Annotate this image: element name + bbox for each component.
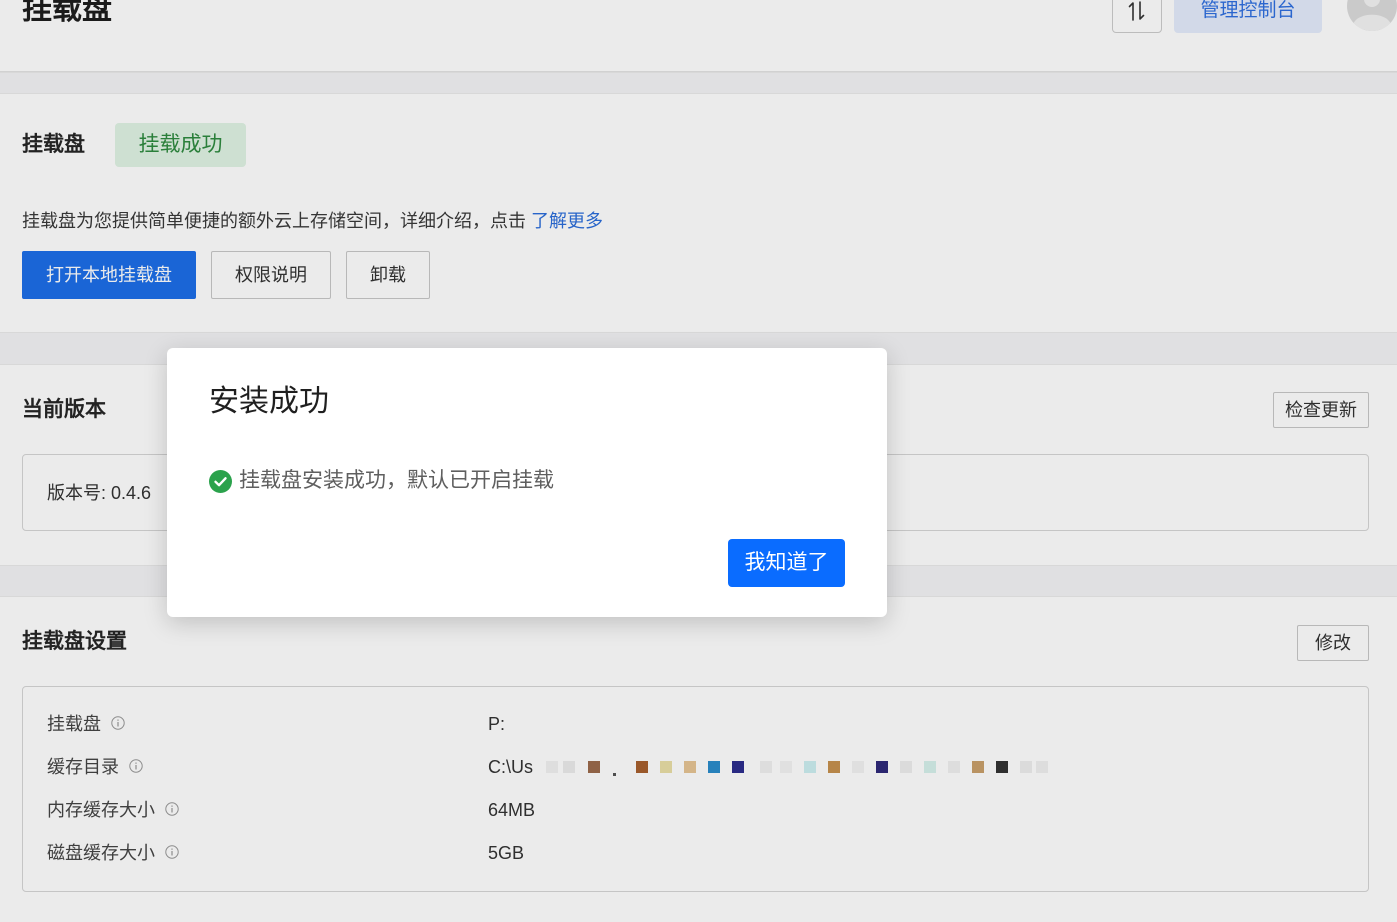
dialog-message: 挂载盘安装成功，默认已开启挂载 [239,469,554,492]
install-success-dialog: 安装成功 挂载盘安装成功，默认已开启挂载 我知道了 [167,348,887,617]
check-circle-icon [209,470,232,493]
dialog-title: 安装成功 [209,385,329,418]
confirm-button[interactable]: 我知道了 [728,539,845,587]
